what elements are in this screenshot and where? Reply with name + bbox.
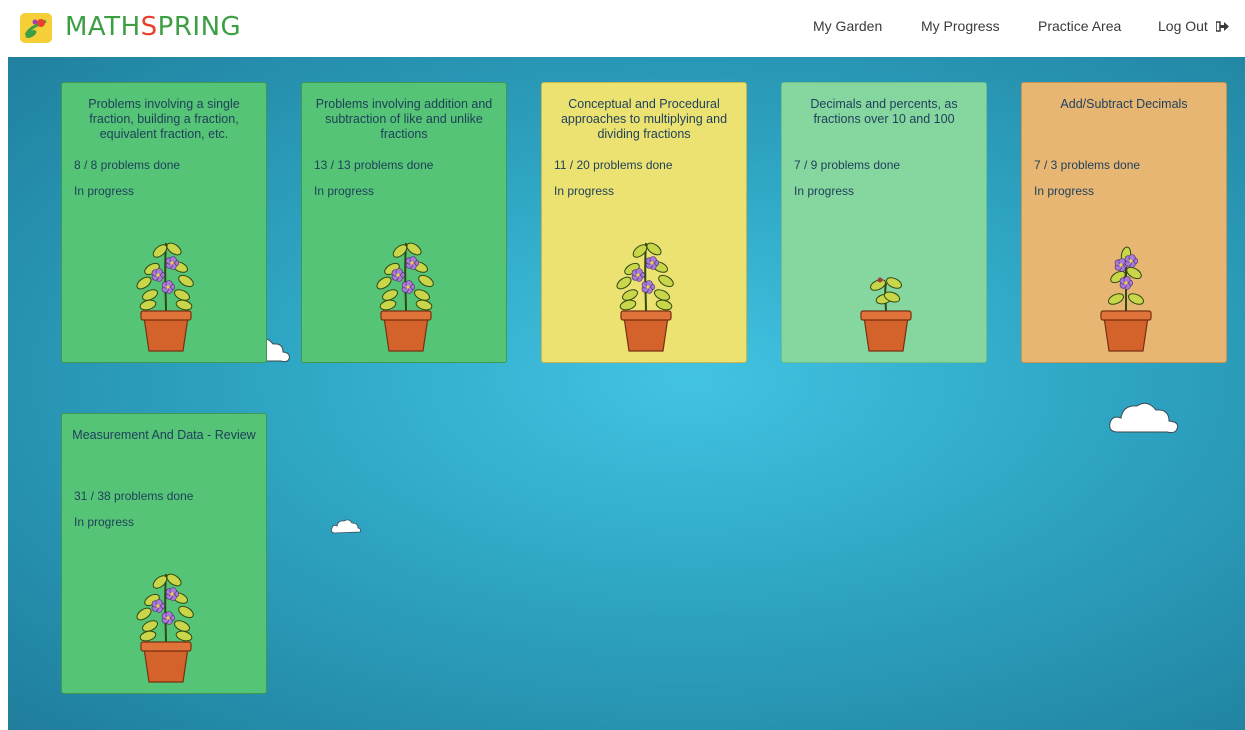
topic-card[interactable]: Decimals and percents, as fractions over… xyxy=(781,82,987,363)
brand-name[interactable]: MATHSPRING xyxy=(65,12,241,42)
topic-card[interactable]: Measurement And Data - Review 31 / 38 pr… xyxy=(61,413,267,694)
topic-card[interactable]: Add/Subtract Decimals 7 / 3 problems don… xyxy=(1021,82,1227,363)
topic-card-status: In progress xyxy=(1034,184,1095,198)
topic-card-status: In progress xyxy=(74,184,135,198)
mathspring-logo-icon[interactable] xyxy=(20,13,52,43)
topic-card-progress: 31 / 38 problems done xyxy=(74,489,194,503)
topic-card-status: In progress xyxy=(554,184,615,198)
nav-practice-area[interactable]: Practice Area xyxy=(1038,18,1121,34)
brand-part-pring: PRING xyxy=(157,12,242,42)
garden-background: Problems involving a single fraction, bu… xyxy=(8,57,1245,730)
nav-my-garden[interactable]: My Garden xyxy=(813,18,882,34)
topic-card[interactable]: Problems involving a single fraction, bu… xyxy=(61,82,267,363)
top-navigation-bar: MATHSPRING My Garden My Progress Practic… xyxy=(0,0,1245,57)
topic-card-progress: 7 / 9 problems done xyxy=(794,158,901,172)
topic-card-title: Decimals and percents, as fractions over… xyxy=(810,97,958,126)
brand-part-s: S xyxy=(140,12,158,42)
nav-log-out[interactable]: Log Out xyxy=(1158,18,1229,34)
brand-part-math: MATH xyxy=(65,12,141,42)
topic-card-title: Add/Subtract Decimals xyxy=(1060,97,1188,111)
potted-plant-icon xyxy=(840,233,932,353)
topic-card-progress: 8 / 8 problems done xyxy=(74,158,181,172)
potted-plant-icon xyxy=(600,233,692,353)
topic-card[interactable]: Problems involving addition and subtract… xyxy=(301,82,507,363)
nav-my-progress[interactable]: My Progress xyxy=(921,18,1000,34)
topic-card-status: In progress xyxy=(794,184,855,198)
potted-plant-icon xyxy=(120,564,212,684)
potted-plant-icon xyxy=(120,233,212,353)
topic-card[interactable]: Conceptual and Procedural approaches to … xyxy=(541,82,747,363)
topic-card-progress: 11 / 20 problems done xyxy=(554,158,673,172)
topic-card-status: In progress xyxy=(74,515,135,529)
topic-card-progress: 7 / 3 problems done xyxy=(1034,158,1141,172)
topic-card-title: Problems involving a single fraction, bu… xyxy=(88,97,240,141)
cloud-icon xyxy=(331,519,362,534)
log-out-label: Log Out xyxy=(1158,18,1208,34)
topic-card-title: Problems involving addition and subtract… xyxy=(315,97,493,141)
potted-plant-icon xyxy=(1080,233,1172,353)
topic-card-title: Conceptual and Procedural approaches to … xyxy=(560,97,728,141)
topic-card-status: In progress xyxy=(314,184,375,198)
topic-card-title: Measurement And Data - Review xyxy=(72,428,256,442)
cloud-icon xyxy=(1109,402,1179,434)
logout-icon xyxy=(1214,21,1229,32)
topic-card-progress: 13 / 13 problems done xyxy=(314,158,434,172)
potted-plant-icon xyxy=(360,233,452,353)
